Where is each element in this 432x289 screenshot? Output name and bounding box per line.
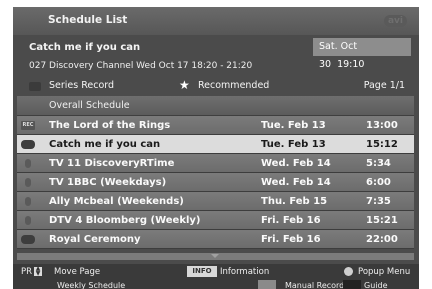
popup-menu-key-icon[interactable] (344, 267, 353, 276)
scroll-down-bar[interactable] (17, 253, 414, 260)
pr-updown-icon: ▲ ▼ (34, 265, 42, 277)
manual-record-key-icon[interactable] (258, 280, 276, 289)
program-date: Wed. Feb 14 (261, 177, 331, 188)
program-date: Wed. Feb 14 (261, 158, 331, 169)
recommended-label: Recommended (198, 80, 270, 91)
program-name: TV 1BBC (Weekdays) (49, 177, 167, 188)
program-date: Tue. Feb 13 (261, 139, 326, 150)
dot-icon (25, 159, 31, 168)
schedule-row[interactable]: Catch me if you can Tue. Feb 13 15:12 (17, 135, 414, 154)
program-time: 5:34 (366, 158, 391, 169)
program-time: 15:21 (366, 215, 398, 226)
dot-icon (25, 178, 31, 187)
guide-key-icon[interactable] (343, 280, 361, 289)
current-datetime: Sat. Oct 30 19:10 (313, 38, 411, 70)
schedule-row[interactable]: TV 1BBC (Weekdays) Wed. Feb 14 6:00 (17, 173, 414, 192)
information-label: Information (220, 267, 270, 277)
program-date: Fri. Feb 16 (261, 215, 321, 226)
star-icon: ★ (179, 78, 190, 92)
program-time: 6:00 (366, 177, 391, 188)
program-date: Fri. Feb 16 (261, 234, 321, 245)
schedule-list: Overall Schedule REC The Lord of the Ring… (17, 96, 414, 249)
program-name: DTV 4 Bloomberg (Weekly) (49, 215, 201, 226)
dot-icon (25, 216, 31, 225)
brand-logo: avi (383, 15, 407, 27)
legend-row: Series Record ★ Recommended Page 1/1 (29, 78, 409, 94)
program-time: 7:35 (366, 196, 391, 207)
program-time: 13:00 (366, 120, 398, 131)
program-name: The Lord of the Rings (49, 120, 171, 131)
dot-icon (25, 197, 31, 206)
pr-label: PR (21, 267, 33, 277)
program-date: Tue. Feb 13 (261, 120, 326, 131)
manual-record-label: Manual Record (285, 281, 345, 289)
program-date: Thu. Feb 15 (261, 196, 328, 207)
window-title: Schedule List (48, 14, 128, 26)
program-name: Catch me if you can (49, 139, 161, 150)
series-record-label: Series Record (49, 80, 115, 91)
program-time: 15:12 (366, 139, 398, 150)
guide-label: Guide (364, 281, 388, 289)
selected-program-info: 027 Discovery Channel Wed Oct 17 18:20 -… (29, 61, 253, 71)
schedule-row[interactable]: DTV 4 Bloomberg (Weekly) Fri. Feb 16 15:21 (17, 211, 414, 230)
current-time: 19:10 (337, 59, 365, 70)
program-time: 22:00 (366, 234, 398, 245)
scroll-down-arrow-icon[interactable] (211, 254, 219, 258)
series-record-icon (21, 140, 35, 149)
rec-icon: REC (21, 121, 35, 130)
schedule-row[interactable]: REC The Lord of the Rings Tue. Feb 13 13:00 (17, 116, 414, 135)
weekly-schedule-label: Weekly Schedule (57, 281, 126, 289)
title-bar: Schedule List avi (13, 7, 419, 35)
series-record-icon (29, 82, 41, 91)
schedule-row[interactable]: TV 11 DiscoveryRTime Wed. Feb 14 5:34 (17, 154, 414, 173)
schedule-row[interactable]: Royal Ceremony Fri. Feb 16 22:00 (17, 230, 414, 249)
move-page-label: Move Page (54, 267, 101, 277)
info-key-icon[interactable]: INFO (187, 266, 217, 277)
program-name: Royal Ceremony (49, 234, 141, 245)
footer-help-bar: PR ▲ ▼ Move Page INFO Information Popup M… (13, 264, 419, 289)
list-header: Overall Schedule (17, 96, 414, 116)
program-name: TV 11 DiscoveryRTime (49, 158, 175, 169)
popup-menu-label: Popup Menu (358, 267, 411, 277)
schedule-row[interactable]: Ally Mcbeal (Weekends) Thu. Feb 15 7:35 (17, 192, 414, 211)
page-indicator: Page 1/1 (363, 80, 405, 91)
series-record-icon (21, 235, 35, 244)
program-name: Ally Mcbeal (Weekends) (49, 196, 184, 207)
selected-program-title: Catch me if you can (29, 42, 141, 53)
